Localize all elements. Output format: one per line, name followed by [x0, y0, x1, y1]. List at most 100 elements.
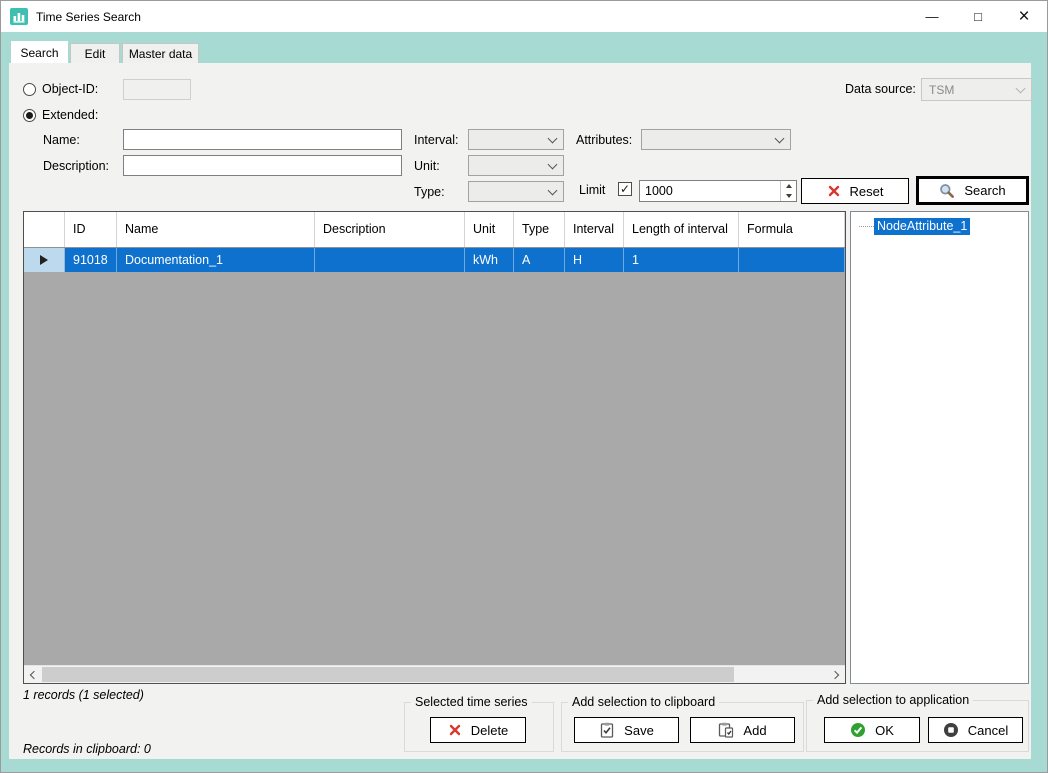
limit-checkbox[interactable]: ✓	[618, 182, 632, 196]
chevron-right-icon	[831, 670, 839, 678]
cell-id[interactable]: 91018	[65, 248, 117, 272]
grid-header-length-of-interval[interactable]: Length of interval	[624, 212, 739, 247]
tree-item[interactable]: NodeAttribute_1	[859, 218, 1028, 235]
spinner-buttons	[780, 181, 796, 201]
grid-empty-area	[24, 272, 845, 665]
red-x-icon	[827, 184, 841, 198]
grid-header-type[interactable]: Type	[514, 212, 565, 247]
selected-time-series-group-title: Selected time series	[411, 695, 532, 709]
clipboard-group-title: Add selection to clipboard	[568, 695, 719, 709]
scroll-right-button[interactable]	[827, 666, 845, 683]
results-grid: ID Name Description Unit Type Interval L…	[23, 211, 846, 684]
object-id-label: Object-ID:	[42, 82, 98, 96]
tab-search[interactable]: Search	[11, 41, 68, 64]
description-label: Description:	[43, 159, 109, 173]
close-icon[interactable]: ×	[1001, 1, 1047, 32]
clipboard-group: Add selection to clipboard Save	[561, 702, 804, 752]
search-button[interactable]: Search	[916, 176, 1029, 205]
cell-formula[interactable]	[739, 248, 845, 272]
cell-interval[interactable]: H	[565, 248, 624, 272]
save-button-label: Save	[624, 723, 654, 738]
data-source-select: TSM	[921, 78, 1032, 101]
chevron-left-icon	[30, 670, 38, 678]
tree-item-label[interactable]: NodeAttribute_1	[874, 218, 970, 235]
ok-button-label: OK	[875, 723, 894, 738]
red-x-icon	[448, 723, 462, 737]
tab-master-data[interactable]: Master data	[122, 43, 199, 64]
chevron-down-icon	[775, 133, 785, 143]
grid-header-selector	[24, 212, 65, 247]
scrollbar-thumb[interactable]	[42, 667, 734, 682]
scrollbar-track[interactable]	[42, 666, 827, 683]
grid-header-row: ID Name Description Unit Type Interval L…	[24, 212, 845, 248]
object-id-radio[interactable]	[23, 83, 36, 96]
ok-button[interactable]: OK	[824, 717, 920, 743]
current-row-marker-icon	[40, 255, 48, 265]
unit-select[interactable]	[468, 155, 564, 176]
search-button-label: Search	[964, 183, 1005, 198]
attributes-select[interactable]	[641, 129, 791, 150]
reset-button[interactable]: Reset	[801, 178, 909, 204]
application-group: Add selection to application OK Cancel	[806, 700, 1029, 752]
tree-connector-line	[859, 226, 874, 227]
reset-button-label: Reset	[850, 184, 884, 199]
data-source-value: TSM	[929, 83, 954, 97]
name-input[interactable]	[123, 129, 402, 150]
cancel-button[interactable]: Cancel	[928, 717, 1023, 743]
selected-time-series-group: Selected time series Delete	[404, 702, 554, 752]
clipboard-status: Records in clipboard: 0	[23, 742, 151, 756]
grid-header-description[interactable]: Description	[315, 212, 465, 247]
grid-header-formula[interactable]: Formula	[739, 212, 845, 247]
tab-edit[interactable]: Edit	[70, 43, 120, 64]
spinner-down-button[interactable]	[781, 191, 796, 201]
cell-name[interactable]: Documentation_1	[117, 248, 315, 272]
cell-length-of-interval[interactable]: 1	[624, 248, 739, 272]
row-selector-cell[interactable]	[24, 248, 65, 272]
chevron-down-icon	[1016, 83, 1026, 93]
delete-button-label: Delete	[471, 723, 509, 738]
ok-check-icon	[850, 722, 866, 738]
unit-label: Unit:	[414, 159, 440, 173]
extended-radio[interactable]	[23, 109, 36, 122]
search-tab-panel: Object-ID: Data source: TSM Extended: Na…	[9, 63, 1031, 759]
scroll-left-button[interactable]	[24, 666, 42, 683]
chevron-down-icon	[548, 159, 558, 169]
type-select[interactable]	[468, 181, 564, 202]
clipboard-check-icon	[599, 722, 615, 738]
grid-header-id[interactable]: ID	[65, 212, 117, 247]
limit-spinner[interactable]	[639, 180, 797, 202]
arrow-down-icon	[786, 194, 792, 198]
limit-value-input[interactable]	[640, 181, 780, 201]
minimize-icon[interactable]: —	[909, 1, 955, 32]
maximize-icon[interactable]: □	[955, 1, 1001, 32]
window-controls: — □ ×	[909, 1, 1047, 32]
grid-header-unit[interactable]: Unit	[465, 212, 514, 247]
application-group-title: Add selection to application	[813, 693, 973, 707]
records-status: 1 records (1 selected)	[23, 688, 144, 702]
save-button[interactable]: Save	[574, 717, 679, 743]
grid-header-name[interactable]: Name	[117, 212, 315, 247]
grid-header-interval[interactable]: Interval	[565, 212, 624, 247]
interval-select[interactable]	[468, 129, 564, 150]
extended-label: Extended:	[42, 108, 98, 122]
interval-label: Interval:	[414, 133, 458, 147]
limit-label: Limit	[579, 183, 605, 197]
clipboard-add-icon	[718, 722, 734, 738]
arrow-up-icon	[786, 184, 792, 188]
cell-type[interactable]: A	[514, 248, 565, 272]
description-input[interactable]	[123, 155, 402, 176]
chevron-down-icon	[548, 185, 558, 195]
spinner-up-button[interactable]	[781, 181, 796, 191]
add-button[interactable]: Add	[690, 717, 795, 743]
data-source-label: Data source:	[845, 82, 916, 96]
horizontal-scrollbar[interactable]	[24, 665, 845, 683]
cell-unit[interactable]: kWh	[465, 248, 514, 272]
table-row[interactable]: 91018 Documentation_1 kWh A H 1	[24, 248, 845, 272]
cell-description[interactable]	[315, 248, 465, 272]
tab-bar: Search Edit Master data	[11, 41, 201, 64]
chevron-down-icon	[548, 133, 558, 143]
window-title: Time Series Search	[36, 10, 141, 24]
add-button-label: Add	[743, 723, 766, 738]
tab-shell: Search Edit Master data Object-ID: Data …	[1, 32, 1047, 772]
delete-button[interactable]: Delete	[430, 717, 526, 743]
